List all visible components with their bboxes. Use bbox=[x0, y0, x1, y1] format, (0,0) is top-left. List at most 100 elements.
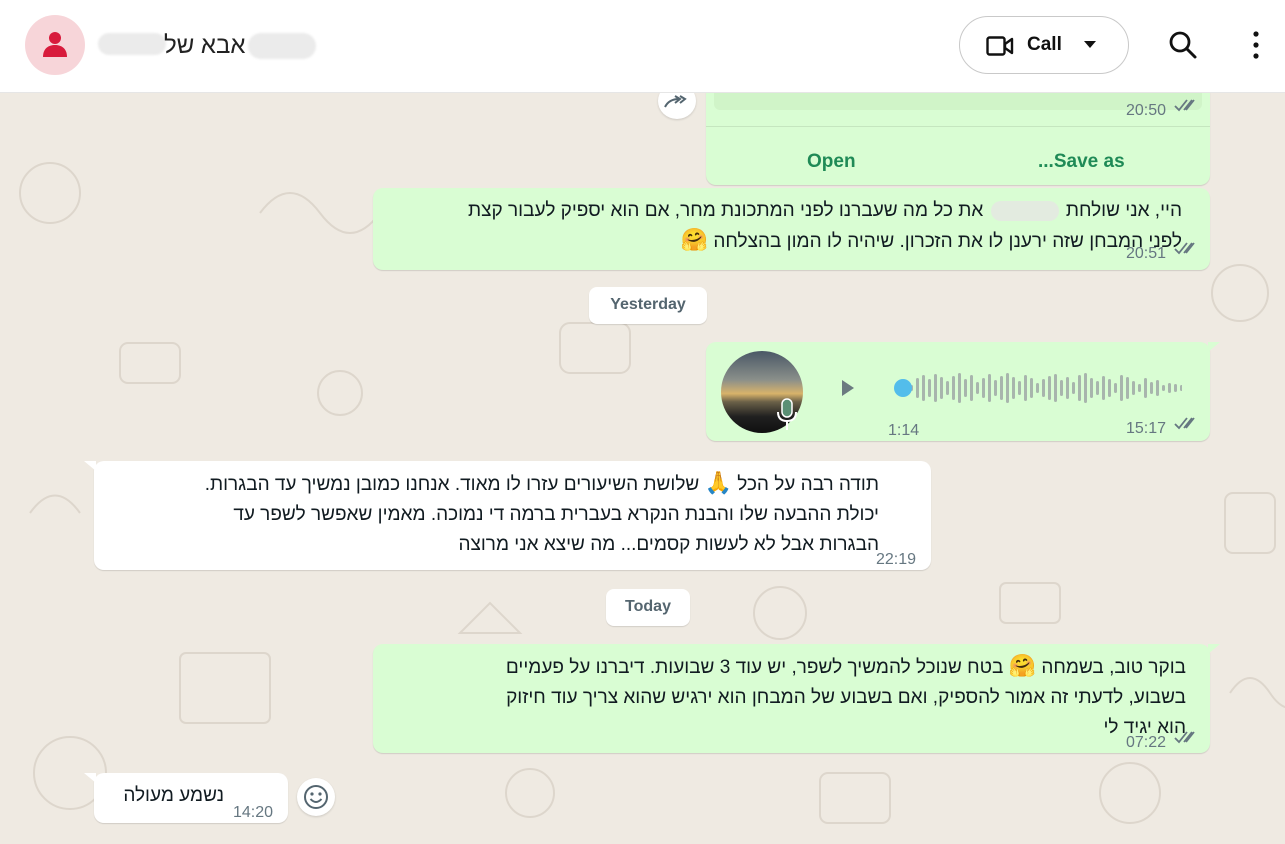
search-icon[interactable] bbox=[1168, 30, 1198, 60]
open-button[interactable]: Open bbox=[807, 147, 856, 177]
voice-progress-handle[interactable] bbox=[894, 379, 912, 397]
message-line: היי, אני שולחת את כל מה שעברנו לפני המתכ… bbox=[468, 196, 1182, 226]
folded-hands-emoji: 🙏 bbox=[704, 471, 732, 496]
message-text: בוקר טוב, בשמחה 🤗 בטח שנוכל להמשיך לשפר,… bbox=[506, 652, 1186, 743]
waveform-bar bbox=[1090, 378, 1093, 398]
waveform-bar bbox=[1156, 380, 1159, 396]
waveform-bar bbox=[952, 376, 955, 400]
message-bubble-outgoing[interactable]: היי, אני שולחת את כל מה שעברנו לפני המתכ… bbox=[373, 188, 1210, 270]
waveform-bar bbox=[1000, 376, 1003, 400]
waveform-bar bbox=[916, 378, 919, 398]
message-line: יכולת ההבעה שלו והבנת הנקרא בעברית ברמה … bbox=[233, 504, 879, 525]
message-text-segment: תודה רבה על הכל bbox=[737, 474, 879, 495]
waveform-bar bbox=[1180, 385, 1182, 391]
waveform-bar bbox=[1066, 377, 1069, 399]
hugging-face-emoji: 🤗 bbox=[680, 228, 709, 253]
waveform-bar bbox=[1162, 385, 1165, 391]
message-time: 22:19 bbox=[876, 551, 917, 568]
voice-duration: 1:14 bbox=[888, 422, 920, 439]
waveform-bar bbox=[1006, 373, 1009, 403]
call-button[interactable]: Call bbox=[959, 16, 1129, 74]
hugging-face-emoji: 🤗 bbox=[1008, 654, 1037, 679]
waveform-bar bbox=[1144, 378, 1147, 398]
message-text-segment: שלושת השיעורים עזרו לו מאוד. אנחנו כמובן… bbox=[204, 474, 700, 495]
waveform-bar bbox=[1096, 381, 1099, 395]
waveform-bar bbox=[1048, 376, 1051, 400]
message-time: 07:22 bbox=[1126, 734, 1167, 751]
bubble-tail bbox=[84, 773, 96, 783]
message-time: 15:17 bbox=[1126, 420, 1167, 437]
more-options-icon[interactable] bbox=[1244, 30, 1268, 60]
waveform-bar bbox=[1138, 384, 1141, 392]
waveform-bar bbox=[1174, 384, 1177, 392]
message-bubble-incoming[interactable]: תודה רבה על הכל 🙏 שלושת השיעורים עזרו לו… bbox=[94, 461, 931, 570]
message-text-segment: בטח שנוכל להמשיך לשפר, יש עוד 3 שבועות. … bbox=[505, 657, 1004, 678]
double-check-icon bbox=[1174, 242, 1195, 255]
bubble-tail bbox=[84, 461, 96, 471]
waveform-bar bbox=[1060, 380, 1063, 396]
waveform-bar bbox=[934, 374, 937, 402]
play-icon[interactable] bbox=[840, 379, 856, 397]
message-line: בשבוע, לדעתי זה אמור להספיק, ואם בשבוע ש… bbox=[506, 687, 1186, 708]
person-icon bbox=[43, 32, 67, 57]
waveform-bar bbox=[1084, 373, 1087, 403]
message-text: תודה רבה על הכל 🙏 שלושת השיעורים עזרו לו… bbox=[205, 469, 879, 560]
waveform-bar bbox=[994, 380, 997, 396]
redacted-blur bbox=[98, 33, 166, 55]
date-separator-today: Today bbox=[606, 589, 690, 626]
message-line: לפני המבחן שזה ירענן לו את הזכרון. שיהיה… bbox=[468, 226, 1182, 257]
waveform-bar bbox=[988, 374, 991, 402]
message-time: 14:20 bbox=[233, 804, 274, 821]
waveform-bar bbox=[922, 375, 925, 401]
message-time: 20:51 bbox=[1126, 245, 1167, 262]
message-line: תודה רבה על הכל 🙏 שלושת השיעורים עזרו לו… bbox=[205, 469, 879, 500]
voice-message-bubble[interactable]: 1:14 15:17 bbox=[706, 342, 1210, 441]
waveform-bar bbox=[1078, 375, 1081, 401]
waveform-bar bbox=[1018, 381, 1021, 395]
waveform-bar bbox=[1168, 383, 1171, 393]
waveform-bar bbox=[928, 379, 931, 397]
file-message-bubble: 20:50 Open Save as... bbox=[706, 93, 1210, 185]
message-text-segment: היי, אני שולחת bbox=[1065, 200, 1182, 221]
message-time: 20:50 bbox=[1126, 102, 1167, 119]
contact-name[interactable]: אבא של bbox=[98, 26, 318, 66]
waveform-bar bbox=[1030, 378, 1033, 398]
microphone-icon bbox=[777, 398, 797, 430]
redacted-blur bbox=[248, 33, 316, 59]
message-text-segment: בוקר טוב, בשמחה bbox=[1041, 657, 1186, 678]
message-text-segment: את כל מה שעברנו לפני המתכונת מחר, אם הוא… bbox=[468, 200, 984, 221]
message-text: היי, אני שולחת את כל מה שעברנו לפני המתכ… bbox=[468, 196, 1182, 257]
smiley-icon bbox=[304, 785, 328, 809]
chat-area: 20:50 Open Save as... היי, אני שולחת את … bbox=[0, 93, 1285, 844]
waveform-bar bbox=[1024, 375, 1027, 401]
bubble-tail bbox=[1208, 342, 1220, 352]
save-as-button[interactable]: Save as... bbox=[1038, 147, 1125, 177]
chevron-down-icon[interactable] bbox=[1084, 41, 1096, 49]
avatar[interactable] bbox=[25, 15, 85, 75]
waveform-bar bbox=[1054, 374, 1057, 402]
waveform-bar bbox=[946, 381, 949, 395]
waveform-bar bbox=[1012, 377, 1015, 399]
double-check-icon bbox=[1174, 99, 1195, 112]
waveform-bar bbox=[1108, 379, 1111, 397]
message-bubble-incoming[interactable]: נשמע מעולה 14:20 bbox=[94, 773, 288, 823]
double-check-icon bbox=[1174, 731, 1195, 744]
waveform-bar bbox=[940, 377, 943, 399]
waveform-bar bbox=[1072, 382, 1075, 394]
waveform-bar bbox=[1120, 375, 1123, 401]
message-line: הבגרות אבל לא לעשות קסמים... מה שיצא אני… bbox=[458, 534, 879, 555]
double-check-icon bbox=[1174, 417, 1195, 430]
waveform-bar bbox=[1114, 383, 1117, 393]
waveform-bar bbox=[1036, 383, 1039, 393]
waveform-bar bbox=[958, 373, 961, 403]
message-line: בוקר טוב, בשמחה 🤗 בטח שנוכל להמשיך לשפר,… bbox=[506, 652, 1186, 683]
call-label: Call bbox=[1027, 34, 1062, 55]
waveform-bar bbox=[982, 378, 985, 398]
react-button[interactable] bbox=[297, 778, 335, 816]
waveform-bar bbox=[976, 382, 979, 394]
message-bubble-outgoing[interactable]: בוקר טוב, בשמחה 🤗 בטח שנוכל להמשיך לשפר,… bbox=[373, 644, 1210, 753]
waveform-bar bbox=[964, 379, 967, 397]
forward-icon bbox=[664, 95, 687, 108]
voice-waveform[interactable] bbox=[892, 368, 1182, 408]
message-text-segment: לפני המבחן שזה ירענן לו את הזכרון. שיהיה… bbox=[713, 231, 1182, 252]
